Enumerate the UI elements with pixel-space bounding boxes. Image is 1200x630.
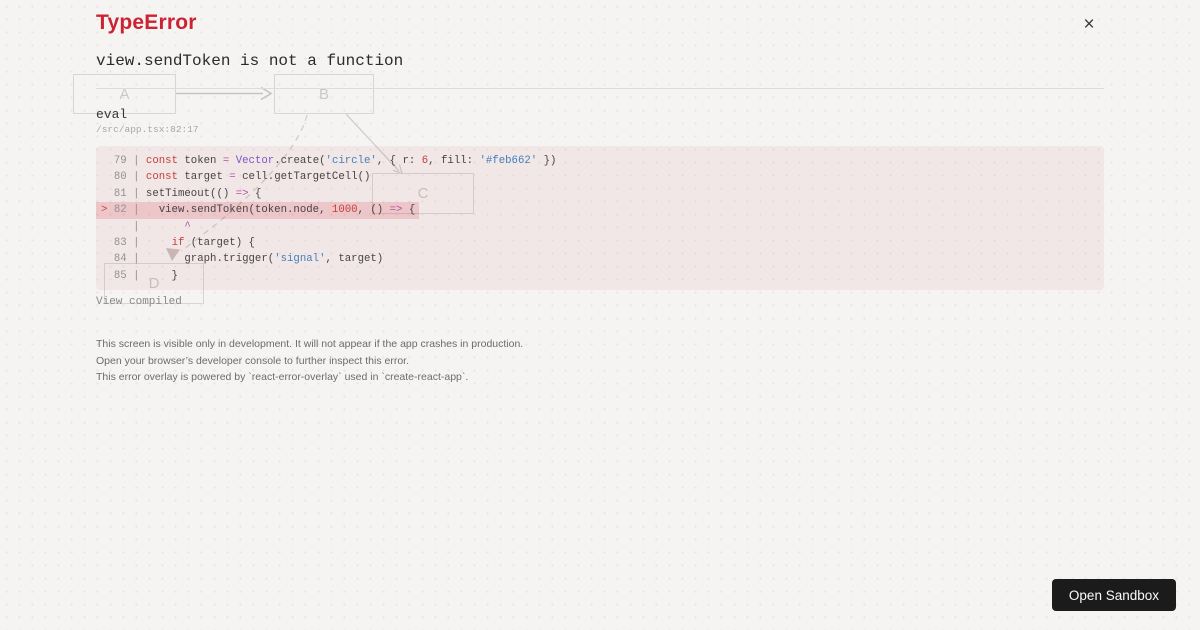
- divider: [96, 88, 1104, 89]
- footer-line: Open your browser’s developer console to…: [96, 354, 410, 367]
- code-frame: 79 | const token = Vector.create('circle…: [96, 146, 1104, 290]
- error-title: TypeError: [96, 11, 197, 34]
- close-icon[interactable]: ×: [1077, 13, 1101, 37]
- code-line-error: > 82 | view.sendToken(token.node, 1000, …: [96, 202, 420, 219]
- code-line: 80 | const target = cell.getTargetCell(): [101, 171, 371, 184]
- stack-frame-function: eval: [96, 107, 128, 122]
- error-message: view.sendToken is not a function: [96, 52, 404, 70]
- code-line: | ^: [101, 220, 191, 233]
- code-line: 84 | graph.trigger('signal', target): [101, 253, 384, 266]
- open-sandbox-button[interactable]: Open Sandbox: [1051, 579, 1176, 611]
- view-compiled-link[interactable]: View compiled: [96, 296, 182, 308]
- code-line: 83 | if (target) {: [101, 237, 255, 250]
- code-line: 81 | setTimeout(() => {: [101, 187, 262, 200]
- footer-line: This screen is visible only in developme…: [96, 338, 524, 350]
- code-line: 79 | const token = Vector.create('circle…: [101, 155, 557, 167]
- footer-line: This error overlay is powered by `react-…: [96, 371, 469, 383]
- stack-frame-location: /src/app.tsx:82:17: [96, 124, 199, 135]
- error-overlay: TypeError × view.sendToken is not a func…: [96, 0, 1104, 630]
- footer-note: This screen is visible only in developme…: [96, 336, 523, 386]
- code-line: 85 | }: [101, 269, 178, 282]
